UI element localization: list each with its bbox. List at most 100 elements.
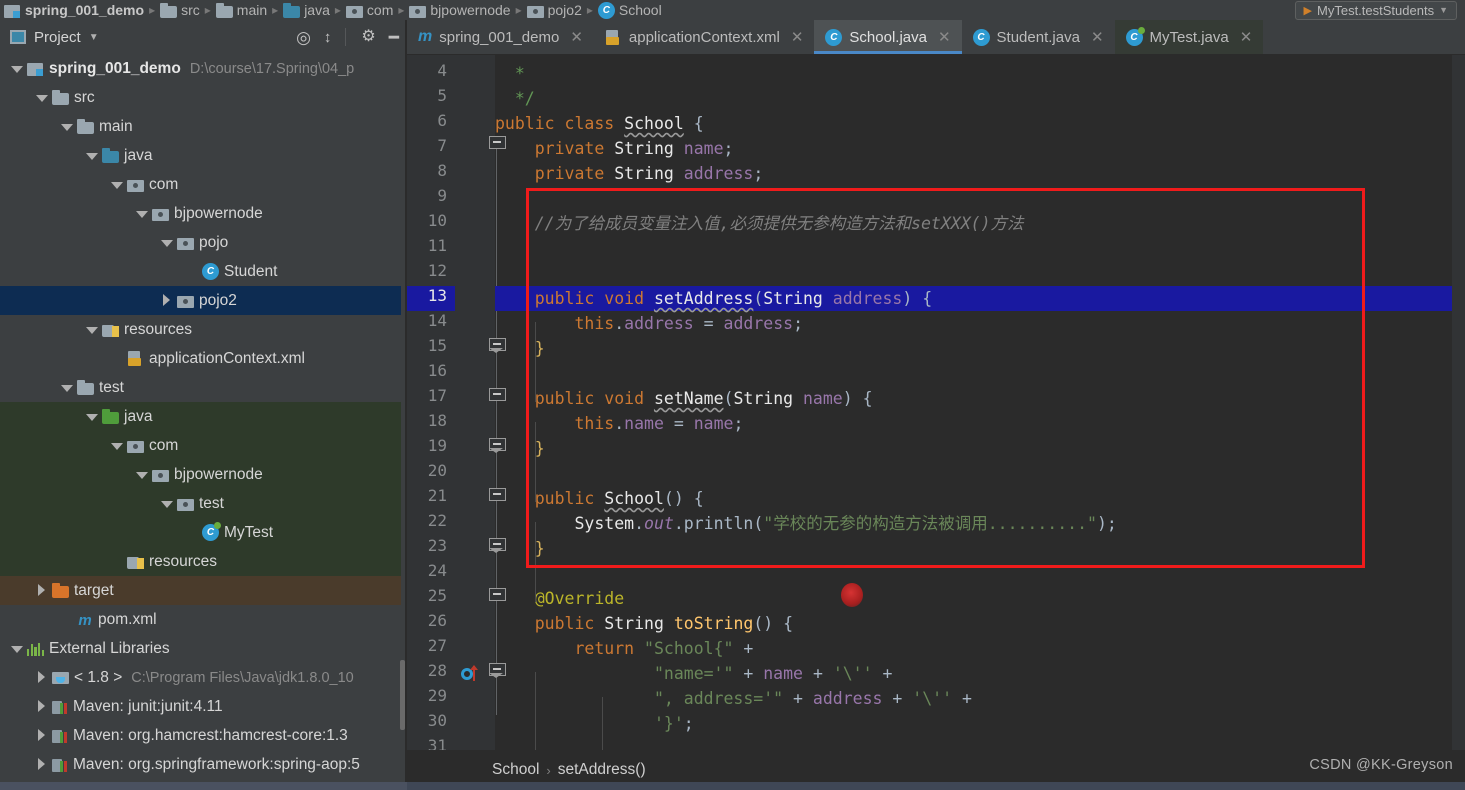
editor-tab-applicationcontext-xml[interactable]: applicationContext.xml ✕: [594, 20, 815, 54]
code-line-30[interactable]: '}';: [495, 711, 1465, 736]
project-tree[interactable]: spring_001_demo D:\course\17.Spring\04_p s…: [0, 54, 401, 790]
code-line-14[interactable]: this.address = address;: [495, 311, 1465, 336]
tree-item-spring-001-demo[interactable]: spring_001_demo D:\course\17.Spring\04_p: [0, 54, 401, 83]
code-line-7[interactable]: private String name;: [495, 136, 1465, 161]
code-editor[interactable]: 4 5 6 7 8 9 10 11 12 13 14 15 16 17 18 19 20 21 22 23 24 25 26…: [407, 55, 1465, 755]
code-line-21[interactable]: public School() {: [495, 486, 1465, 511]
code-line-19[interactable]: }: [495, 436, 1465, 461]
code-line-12[interactable]: [495, 261, 1465, 286]
code-content[interactable]: * */public class School { private String…: [495, 55, 1465, 755]
locate-icon[interactable]: ◎: [296, 29, 311, 46]
breadcrumb-item-java[interactable]: java: [283, 2, 330, 18]
breadcrumb-item-school[interactable]: C School: [597, 1, 662, 19]
editor-tab-bar[interactable]: m spring_001_demo ✕ applicationContext.xml ✕…: [407, 20, 1465, 55]
code-line-9[interactable]: [495, 186, 1465, 211]
tree-item-pojo[interactable]: pojo: [0, 228, 401, 257]
close-icon[interactable]: ✕: [791, 28, 804, 46]
code-line-16[interactable]: [495, 361, 1465, 386]
tree-item-bjpowernode[interactable]: bjpowernode: [0, 199, 401, 228]
code-line-13[interactable]: public void setAddress(String address) {: [495, 286, 1465, 311]
tree-item-external-libraries[interactable]: External Libraries: [0, 634, 401, 663]
tree-toggle-right-icon[interactable]: [35, 729, 48, 742]
tree-item-resources[interactable]: resources: [0, 315, 401, 344]
tree-toggle-down-icon[interactable]: [85, 149, 98, 162]
tree-item-src[interactable]: src: [0, 83, 401, 112]
tree-toggle-down-icon[interactable]: [110, 178, 123, 191]
tree-toggle-down-icon[interactable]: [110, 439, 123, 452]
tree-toggle-right-icon[interactable]: [35, 671, 48, 684]
tree-item-com[interactable]: com: [0, 170, 401, 199]
editor-scrollbar[interactable]: [1452, 55, 1465, 755]
code-line-22[interactable]: System.out.println("学校的无参的构造方法被调用.......…: [495, 511, 1465, 536]
code-line-29[interactable]: ", address='" + address + '\'' +: [495, 686, 1465, 711]
run-configuration-selector[interactable]: ▶ MyTest.testStudents ▼: [1294, 0, 1457, 20]
tree-item-test[interactable]: test: [0, 489, 401, 518]
code-line-26[interactable]: public String toString() {: [495, 611, 1465, 636]
tree-item-maven-org-hamcrest-hamcrest-core-1-3[interactable]: Maven: org.hamcrest:hamcrest-core:1.3: [0, 721, 401, 750]
breadcrumb-class-label[interactable]: School: [492, 761, 539, 779]
project-panel-title[interactable]: Project ▼: [10, 29, 99, 46]
tree-item-maven-junit-junit-4-11[interactable]: Maven: junit:junit:4.11: [0, 692, 401, 721]
tree-toggle-down-icon[interactable]: [35, 91, 48, 104]
close-icon[interactable]: ✕: [1091, 28, 1104, 46]
code-line-17[interactable]: public void setName(String name) {: [495, 386, 1465, 411]
tree-toggle-down-icon[interactable]: [10, 62, 23, 75]
breadcrumb-item-main[interactable]: main: [215, 2, 267, 18]
tree-item-pojo2[interactable]: pojo2: [0, 286, 401, 315]
tree-item-test[interactable]: test: [0, 373, 401, 402]
code-line-25[interactable]: @Override: [495, 586, 1465, 611]
tree-toggle-right-icon[interactable]: [35, 758, 48, 771]
editor-tab-spring-001-demo[interactable]: m spring_001_demo ✕: [407, 20, 594, 54]
tree-toggle-right-icon[interactable]: [35, 584, 48, 597]
breadcrumb-item-com[interactable]: com: [345, 2, 393, 18]
tree-toggle-down-icon[interactable]: [85, 410, 98, 423]
code-line-11[interactable]: [495, 236, 1465, 261]
tree-item-mytest[interactable]: C MyTest: [0, 518, 401, 547]
tree-toggle-down-icon[interactable]: [160, 236, 173, 249]
breadcrumb-item-src[interactable]: src: [160, 2, 200, 18]
breadcrumb-item-project[interactable]: spring_001_demo: [4, 2, 144, 18]
tree-item-java[interactable]: java: [0, 141, 401, 170]
tree-item-com[interactable]: com: [0, 431, 401, 460]
close-icon[interactable]: ✕: [570, 28, 583, 46]
tree-item-target[interactable]: target: [0, 576, 401, 605]
tree-item-applicationcontext-xml[interactable]: applicationContext.xml: [0, 344, 401, 373]
tree-item-1-8[interactable]: < 1.8 > C:\Program Files\Java\jdk1.8.0_10: [0, 663, 401, 692]
tree-toggle-down-icon[interactable]: [10, 642, 23, 655]
tree-toggle-down-icon[interactable]: [135, 468, 148, 481]
code-line-15[interactable]: }: [495, 336, 1465, 361]
code-line-8[interactable]: private String address;: [495, 161, 1465, 186]
tree-item-maven-org-springframework-spring-aop-5[interactable]: Maven: org.springframework:spring-aop:5: [0, 750, 401, 779]
code-line-28[interactable]: "name='" + name + '\'' +: [495, 661, 1465, 686]
breadcrumb-method-label[interactable]: setAddress(): [558, 761, 646, 779]
code-line-10[interactable]: //为了给成员变量注入值,必须提供无参构造方法和setXXX()方法: [495, 211, 1465, 236]
close-icon[interactable]: ✕: [938, 28, 951, 46]
tree-item-pom-xml[interactable]: m pom.xml: [0, 605, 401, 634]
editor-tab-school-java[interactable]: C School.java ✕: [814, 20, 962, 54]
code-line-24[interactable]: [495, 561, 1465, 586]
tree-toggle-right-icon[interactable]: [35, 700, 48, 713]
editor-tab-mytest-java[interactable]: C MyTest.java ✕: [1114, 20, 1264, 54]
code-line-20[interactable]: [495, 461, 1465, 486]
tree-item-java[interactable]: java: [0, 402, 401, 431]
breadcrumb-item-pojo2[interactable]: pojo2: [526, 2, 582, 18]
collapse-all-icon[interactable]: ↕: [324, 30, 331, 45]
code-line-18[interactable]: this.name = name;: [495, 411, 1465, 436]
tree-item-bjpowernode[interactable]: bjpowernode: [0, 460, 401, 489]
code-line-4[interactable]: *: [495, 61, 1465, 86]
code-line-6[interactable]: public class School {: [495, 111, 1465, 136]
override-method-icon[interactable]: [461, 665, 479, 682]
close-icon[interactable]: ✕: [1240, 28, 1253, 46]
code-line-23[interactable]: }: [495, 536, 1465, 561]
tree-toggle-right-icon[interactable]: [160, 294, 173, 307]
tree-toggle-down-icon[interactable]: [160, 497, 173, 510]
tree-item-resources[interactable]: resources: [0, 547, 401, 576]
tree-item-main[interactable]: main: [0, 112, 401, 141]
tree-toggle-down-icon[interactable]: [60, 120, 73, 133]
code-folding-gutter[interactable]: [455, 55, 506, 755]
tree-toggle-down-icon[interactable]: [135, 207, 148, 220]
code-line-27[interactable]: return "School{" +: [495, 636, 1465, 661]
breadcrumb-item-bjpowernode[interactable]: bjpowernode: [409, 2, 511, 18]
tree-item-student[interactable]: C Student: [0, 257, 401, 286]
chevron-down-icon[interactable]: ▼: [89, 32, 99, 43]
